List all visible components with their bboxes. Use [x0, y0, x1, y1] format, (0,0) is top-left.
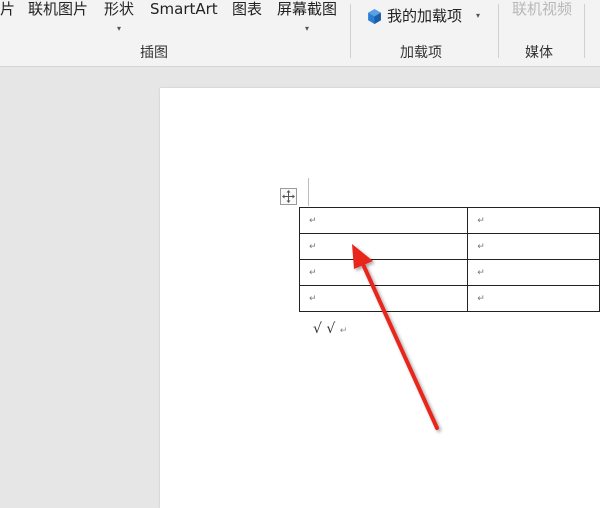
- table-cell[interactable]: ↵: [298, 233, 469, 260]
- text-cursor: [308, 178, 309, 206]
- online-video-button[interactable]: 联机视频: [512, 0, 572, 18]
- group-divider: [498, 4, 499, 58]
- table-row: ↵ ↵: [298, 285, 600, 312]
- table-cell[interactable]: ↵: [298, 259, 469, 286]
- checkmark-paragraph[interactable]: √ √ ↵: [313, 321, 347, 337]
- table-row: ↵ ↵: [298, 233, 600, 260]
- my-addins-dropdown-icon[interactable]: ▾: [476, 12, 480, 20]
- store-cube-icon: [368, 8, 381, 24]
- pictures-button[interactable]: 片: [0, 0, 15, 18]
- my-addins-label: 我的加载项: [387, 7, 463, 25]
- group-divider: [584, 4, 585, 58]
- table-cell[interactable]: ↵: [467, 285, 600, 312]
- my-addins-button[interactable]: 我的加载项 ▾: [366, 6, 480, 26]
- chart-button[interactable]: 图表: [232, 0, 262, 18]
- table-row: ↵ ↵: [298, 259, 600, 286]
- move-arrows-icon: [282, 190, 295, 203]
- table-move-handle[interactable]: [280, 188, 297, 205]
- smartart-button[interactable]: SmartArt: [150, 0, 218, 18]
- group-divider: [350, 4, 351, 58]
- table-cell[interactable]: ↵: [467, 207, 600, 234]
- online-pictures-button[interactable]: 联机图片: [28, 0, 88, 18]
- screenshot-dropdown-icon[interactable]: ▾: [305, 25, 309, 33]
- document-table[interactable]: ↵ ↵ ↵ ↵ ↵ ↵ ↵ ↵: [298, 207, 600, 312]
- addins-group-label: 加载项: [400, 45, 442, 61]
- table-cell[interactable]: ↵: [298, 207, 469, 234]
- shapes-button[interactable]: 形状: [104, 0, 134, 18]
- media-group-label: 媒体: [525, 45, 553, 61]
- paragraph-mark: ↵: [339, 326, 348, 336]
- checkmarks-text: √ √: [313, 321, 336, 337]
- table-cell[interactable]: ↵: [298, 285, 469, 312]
- screenshot-button[interactable]: 屏幕截图: [277, 0, 337, 18]
- shapes-dropdown-icon[interactable]: ▾: [117, 25, 121, 33]
- table-row: ↵ ↵: [298, 207, 600, 234]
- table-cell[interactable]: ↵: [467, 259, 600, 286]
- ribbon: 片 联机图片 形状 ▾ SmartArt 图表 屏幕截图 ▾ 插图 我的加载项 …: [0, 0, 600, 67]
- table-cell[interactable]: ↵: [467, 233, 600, 260]
- illustrations-group-label: 插图: [140, 45, 168, 61]
